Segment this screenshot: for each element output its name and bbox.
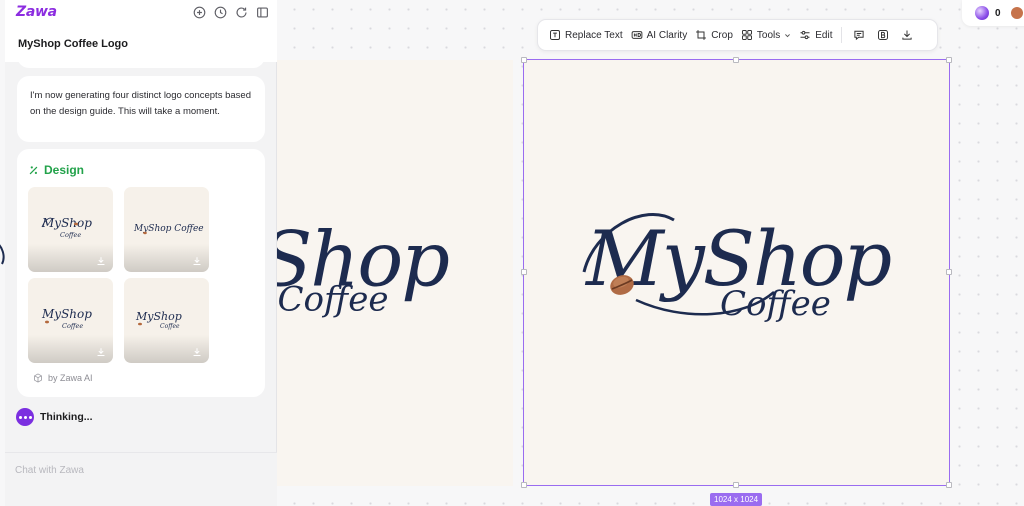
edit-button[interactable]: Edit [796, 24, 835, 46]
svg-text:Coffee: Coffee [720, 284, 831, 324]
edit-label: Edit [815, 29, 833, 41]
chat-composer [5, 452, 277, 506]
assistant-message: I'm now generating four distinct logo co… [17, 76, 265, 142]
svg-text:MyShop: MyShop [41, 307, 92, 321]
comment-button[interactable] [848, 24, 870, 46]
resize-handle[interactable] [733, 57, 739, 63]
logo-thumbnail-2[interactable]: MyShop Coffee [124, 187, 209, 272]
resize-handle[interactable] [946, 57, 952, 63]
chat-input[interactable] [15, 461, 265, 479]
image-toolbar: Replace Text AI Clarity Crop Tools Edit [537, 19, 938, 51]
credits-pill[interactable]: 0 [962, 0, 1024, 26]
svg-text:MyShop: MyShop [135, 310, 182, 323]
comment-icon [854, 30, 865, 41]
resize-handle[interactable] [946, 482, 952, 488]
panel-header: Zawa MyShop Coffee Logo [5, 0, 277, 62]
svg-text:Coffee: Coffee [62, 322, 83, 330]
sidebar-toggle-icon[interactable] [256, 6, 269, 19]
previous-message-card [17, 56, 265, 68]
svg-text:Coffee: Coffee [277, 280, 388, 320]
project-title: MyShop Coffee Logo [18, 38, 128, 50]
clock-icon[interactable] [214, 6, 227, 19]
download-button[interactable] [896, 24, 918, 46]
crop-label: Crop [711, 29, 733, 41]
attribution-text: by Zawa AI [48, 373, 93, 383]
logo-thumbnail-3[interactable]: MyShop Coffee [28, 278, 113, 363]
text-replace-icon [550, 30, 560, 40]
crop-icon [696, 30, 707, 40]
replace-text-button[interactable]: Replace Text [546, 24, 626, 46]
more-dots-icon [16, 408, 34, 426]
offscreen-logo-fragment [0, 230, 8, 270]
download-icon[interactable] [192, 256, 202, 266]
thinking-status: Thinking... [16, 408, 93, 426]
thinking-label: Thinking... [40, 411, 93, 423]
design-heading: Design [28, 163, 84, 177]
toolbar-divider [841, 27, 843, 43]
ai-clarity-label: AI Clarity [646, 29, 688, 41]
logo-artwork: MyShop Coffee [582, 213, 893, 324]
svg-text:MyShop: MyShop [41, 216, 92, 230]
credits-orb-icon [975, 6, 989, 20]
replace-text-label: Replace Text [565, 29, 623, 41]
avatar[interactable] [1010, 7, 1023, 19]
logo-artwork: MyShop Coffee [277, 215, 450, 320]
chat-panel: Zawa MyShop Coffee Logo I'm now generati… [5, 0, 277, 506]
tools-dropdown[interactable]: Tools [738, 24, 794, 46]
resize-handle[interactable] [521, 482, 527, 488]
svg-text:Coffee: Coffee [160, 323, 180, 330]
design-heading-label: Design [44, 163, 85, 177]
design-result-card: Design MyShop Coffee MyShop Coffee MySho… [17, 149, 265, 397]
resize-handle[interactable] [521, 269, 527, 275]
header-actions [193, 6, 269, 19]
logo-thumbnail-1[interactable]: MyShop Coffee [28, 187, 113, 272]
download-icon [902, 30, 913, 40]
dimensions-badge: 1024 x 1024 [710, 493, 763, 506]
crop-button[interactable]: Crop [692, 24, 736, 46]
download-icon[interactable] [192, 347, 202, 357]
canvas-frame-previous[interactable]: MyShop Coffee [277, 60, 513, 486]
bold-b-icon [878, 30, 889, 40]
logo-thumbnail-4[interactable]: MyShop Coffee [124, 278, 209, 363]
svg-text:Coffee: Coffee [60, 231, 81, 239]
resize-handle[interactable] [946, 269, 952, 275]
assistant-message-text: I'm now generating four distinct logo co… [30, 90, 251, 117]
attribution: by Zawa AI [33, 373, 93, 383]
tools-label: Tools [756, 29, 781, 41]
chevron-down-icon [785, 33, 791, 37]
cube-icon [34, 373, 42, 383]
download-icon[interactable] [96, 347, 106, 357]
sliders-icon [800, 30, 810, 40]
download-icon[interactable] [96, 256, 106, 266]
refresh-icon[interactable] [235, 6, 248, 19]
app-logo[interactable]: Zawa [16, 4, 57, 20]
grid-icon [741, 30, 752, 40]
resize-handle[interactable] [521, 57, 527, 63]
wand-icon [29, 165, 38, 174]
canvas-frame-selected[interactable]: MyShop Coffee [523, 59, 950, 486]
hd-icon [631, 31, 643, 39]
resize-handle[interactable] [733, 482, 739, 488]
brand-kit-button[interactable] [872, 24, 894, 46]
plus-circle-icon[interactable] [193, 6, 206, 19]
ai-clarity-button[interactable]: AI Clarity [628, 24, 691, 46]
credits-count: 0 [995, 7, 1001, 19]
